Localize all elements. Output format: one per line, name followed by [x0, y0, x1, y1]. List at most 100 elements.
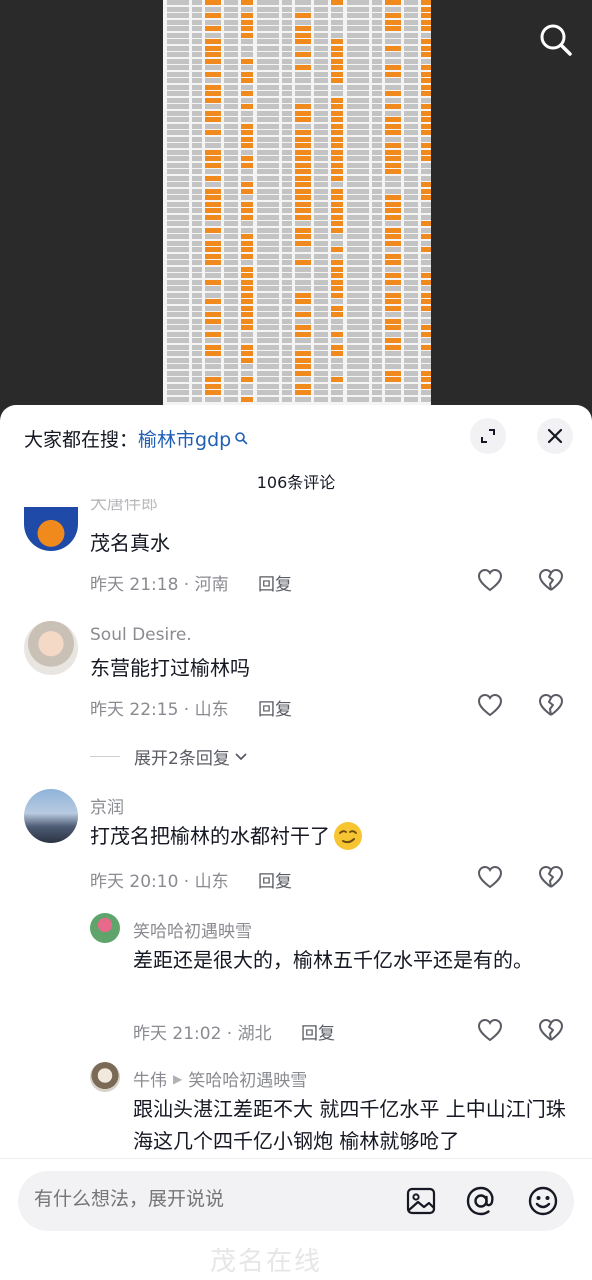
table-cell-texture — [257, 208, 279, 213]
table-cell-texture — [282, 377, 292, 382]
comment-author[interactable]: Soul Desire. — [90, 625, 192, 645]
avatar[interactable] — [90, 1062, 120, 1092]
broken-heart-icon[interactable] — [537, 566, 565, 594]
reply-author[interactable]: 笑哈哈初遇映雪 — [133, 917, 252, 942]
reply-button[interactable]: 回复 — [301, 1024, 335, 1044]
table-cell-texture — [314, 117, 328, 122]
expand-button[interactable] — [470, 418, 506, 454]
table-row-texture — [347, 78, 431, 84]
table-cell-texture — [241, 6, 253, 12]
table-cell-texture — [314, 253, 328, 259]
table-cell-texture — [224, 84, 238, 90]
table-cell-texture — [314, 78, 328, 83]
table-row-texture — [347, 292, 431, 299]
table-cell-texture — [257, 390, 279, 395]
avatar[interactable] — [24, 621, 78, 675]
table-row-texture — [347, 227, 431, 234]
table-cell-texture — [257, 370, 279, 376]
image-icon[interactable] — [404, 1184, 438, 1218]
close-button[interactable] — [537, 418, 573, 454]
table-cell-texture — [167, 344, 189, 350]
search-icon[interactable] — [536, 20, 576, 60]
broken-heart-icon[interactable] — [537, 1016, 565, 1044]
comment-author[interactable]: 大唐伴郎 — [90, 499, 158, 511]
table-cell-texture — [404, 84, 418, 90]
reply-to-author[interactable]: 笑哈哈初遇映雪 — [188, 1066, 307, 1091]
table-row-texture — [257, 266, 343, 273]
table-column-texture — [257, 0, 343, 408]
table-cell-texture — [314, 299, 328, 304]
reply-button[interactable]: 回复 — [258, 575, 292, 595]
table-cell-texture — [372, 117, 382, 122]
table-cell-texture — [372, 390, 382, 395]
suggested-search-term[interactable]: 榆林市gdp — [138, 425, 231, 452]
table-cell-texture — [314, 325, 328, 330]
table-cell-texture — [257, 175, 279, 181]
suggested-search[interactable]: 大家都在搜： 榆林市gdp — [24, 425, 248, 451]
table-cell-texture — [314, 312, 328, 317]
table-cell-texture — [421, 117, 431, 122]
table-cell-texture — [385, 58, 401, 64]
table-cell-texture — [192, 182, 202, 187]
table-cell-texture — [331, 377, 343, 382]
heart-icon[interactable] — [476, 1016, 504, 1044]
table-cell-texture — [205, 188, 221, 194]
table-cell-texture — [314, 26, 328, 31]
table-cell-texture — [331, 279, 343, 285]
comment-input-container[interactable] — [18, 1171, 574, 1231]
table-row-texture — [257, 71, 343, 78]
reply-author[interactable]: 牛伟 — [133, 1066, 167, 1091]
table-cell-texture — [372, 247, 382, 252]
reply-button[interactable]: 回复 — [258, 872, 292, 892]
table-cell-texture — [421, 201, 431, 207]
table-cell-texture — [404, 39, 418, 44]
table-cell-texture — [282, 0, 292, 5]
table-cell-texture — [224, 71, 238, 77]
table-cell-texture — [257, 377, 279, 382]
reply-time: 昨天 21:02 · 湖北 — [133, 1024, 272, 1044]
table-cell-texture — [404, 338, 418, 343]
table-cell-texture — [295, 305, 311, 311]
comment-input[interactable] — [34, 1188, 374, 1210]
expand-replies-button[interactable]: 展开2条回复 — [90, 744, 249, 769]
emoji-icon[interactable] — [526, 1184, 560, 1218]
table-cell-texture — [421, 6, 431, 12]
heart-icon[interactable] — [476, 863, 504, 891]
table-row-texture — [257, 110, 343, 117]
table-cell-texture — [295, 0, 311, 5]
table-cell-texture — [192, 370, 202, 376]
table-row-texture — [257, 104, 343, 110]
table-cell-texture — [257, 39, 279, 44]
table-cell-texture — [314, 110, 328, 116]
table-cell-texture — [331, 162, 343, 168]
table-cell-texture — [347, 195, 369, 200]
comment-author[interactable]: 京润 — [90, 793, 124, 818]
table-cell-texture — [385, 26, 401, 31]
table-cell-texture — [241, 253, 253, 259]
table-cell-texture — [295, 149, 311, 155]
table-row-texture — [347, 45, 431, 52]
broken-heart-icon[interactable] — [537, 691, 565, 719]
table-cell-texture — [385, 136, 401, 142]
heart-icon[interactable] — [476, 691, 504, 719]
table-cell-texture — [282, 364, 292, 369]
table-cell-texture — [385, 162, 401, 168]
table-cell-texture — [241, 305, 253, 311]
table-cell-texture — [257, 130, 279, 135]
table-cell-texture — [241, 0, 253, 5]
table-cell-texture — [385, 169, 401, 174]
table-cell-texture — [241, 26, 253, 31]
broken-heart-icon[interactable] — [537, 863, 565, 891]
table-row-texture — [347, 156, 431, 162]
table-cell-texture — [372, 84, 382, 90]
avatar[interactable] — [24, 507, 78, 551]
table-cell-texture — [295, 19, 311, 25]
table-row-texture — [257, 52, 343, 58]
heart-icon[interactable] — [476, 566, 504, 594]
avatar[interactable] — [90, 913, 120, 943]
reply-button[interactable]: 回复 — [258, 700, 292, 720]
at-icon[interactable] — [464, 1184, 498, 1218]
table-cell-texture — [385, 78, 401, 83]
table-row-texture — [347, 162, 431, 169]
avatar[interactable] — [24, 789, 78, 843]
